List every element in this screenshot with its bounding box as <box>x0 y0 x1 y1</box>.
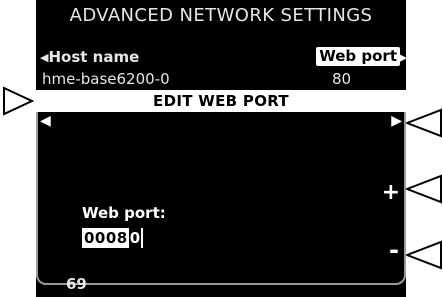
host-name-value: hme-base6200-0 <box>42 70 170 88</box>
value-row: hme-base6200-0 80 <box>42 70 406 88</box>
tab-host-name[interactable]: ◀Host name <box>40 48 139 66</box>
edit-web-port-dialog: EDIT WEB PORT ◀ ▶ Web port: 0008 0 + - <box>36 90 406 285</box>
web-port-field-cursor-digit: 0 <box>128 228 142 248</box>
screen-title: ADVANCED NETWORK SETTINGS <box>69 5 373 26</box>
plus-callout <box>405 174 442 204</box>
device-figure: ADVANCED NETWORK SETTINGS ◀Host name Web… <box>0 0 443 297</box>
web-port-field-label: Web port: <box>82 204 166 222</box>
device-screen: ADVANCED NETWORK SETTINGS ◀Host name Web… <box>36 0 406 297</box>
web-port-field-digits: 0008 <box>84 229 128 247</box>
left-arrow-callout <box>3 86 35 116</box>
right-arrow-callout <box>405 108 442 138</box>
footer-number: 69 <box>66 275 87 293</box>
tab-row: ◀Host name Web port ▶ <box>40 47 406 68</box>
minus-callout <box>405 240 442 270</box>
plus-button[interactable]: + <box>382 182 400 204</box>
web-port-value: 80 <box>332 70 352 88</box>
dialog-title: EDIT WEB PORT <box>36 90 406 112</box>
tab-host-name-label: Host name <box>48 48 140 66</box>
nav-left-arrow-icon[interactable]: ◀ <box>40 113 51 129</box>
nav-right-arrow-icon[interactable]: ▶ <box>391 113 402 129</box>
tab-right-arrow-icon: ▶ <box>398 51 406 64</box>
minus-button[interactable]: - <box>389 238 399 262</box>
web-port-field[interactable]: 0008 0 <box>82 228 144 248</box>
tab-web-port[interactable]: Web port <box>316 47 400 66</box>
